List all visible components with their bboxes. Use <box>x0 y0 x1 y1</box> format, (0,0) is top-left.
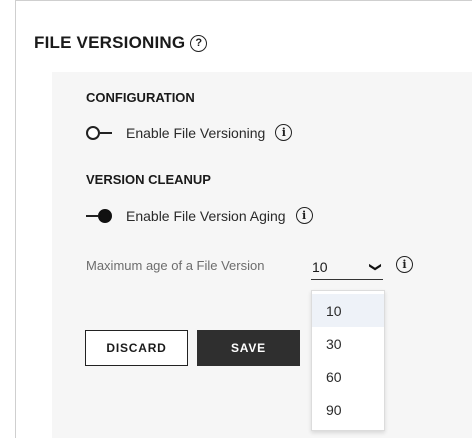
page-title: FILE VERSIONING ? <box>34 33 208 53</box>
discard-button[interactable]: DISCARD <box>85 330 188 366</box>
max-age-dropdown-menu: 10 30 60 90 <box>311 290 385 431</box>
enable-file-version-aging-row: Enable File Version Aging i <box>86 207 313 224</box>
enable-file-version-aging-label: Enable File Version Aging <box>126 207 286 224</box>
toggle-knob <box>98 208 112 223</box>
dropdown-option-10[interactable]: 10 <box>312 294 384 327</box>
max-age-label: Maximum age of a File Version <box>86 258 265 273</box>
chevron-down-icon: ❯ <box>368 261 383 272</box>
max-age-selected-value: 10 <box>312 258 328 275</box>
toggle-knob <box>86 125 100 140</box>
enable-file-versioning-toggle[interactable] <box>86 125 112 140</box>
enable-file-version-aging-toggle[interactable] <box>86 208 112 223</box>
page-title-text: FILE VERSIONING <box>34 33 186 52</box>
enable-file-versioning-row: Enable File Versioning i <box>86 124 293 141</box>
info-icon[interactable]: i <box>295 207 313 224</box>
toggle-track <box>100 131 112 134</box>
help-icon[interactable]: ? <box>190 34 208 52</box>
max-age-select[interactable]: 10 ❯ <box>311 254 383 280</box>
info-icon[interactable]: i <box>396 256 413 273</box>
configuration-heading: CONFIGURATION <box>86 90 195 105</box>
info-icon[interactable]: i <box>275 124 293 141</box>
dropdown-option-90[interactable]: 90 <box>312 393 384 426</box>
version-cleanup-heading: VERSION CLEANUP <box>86 172 211 187</box>
dropdown-option-30[interactable]: 30 <box>312 327 384 360</box>
enable-file-versioning-label: Enable File Versioning <box>126 124 266 141</box>
save-button[interactable]: SAVE <box>197 330 300 366</box>
dropdown-option-60[interactable]: 60 <box>312 360 384 393</box>
toggle-track <box>86 214 98 217</box>
